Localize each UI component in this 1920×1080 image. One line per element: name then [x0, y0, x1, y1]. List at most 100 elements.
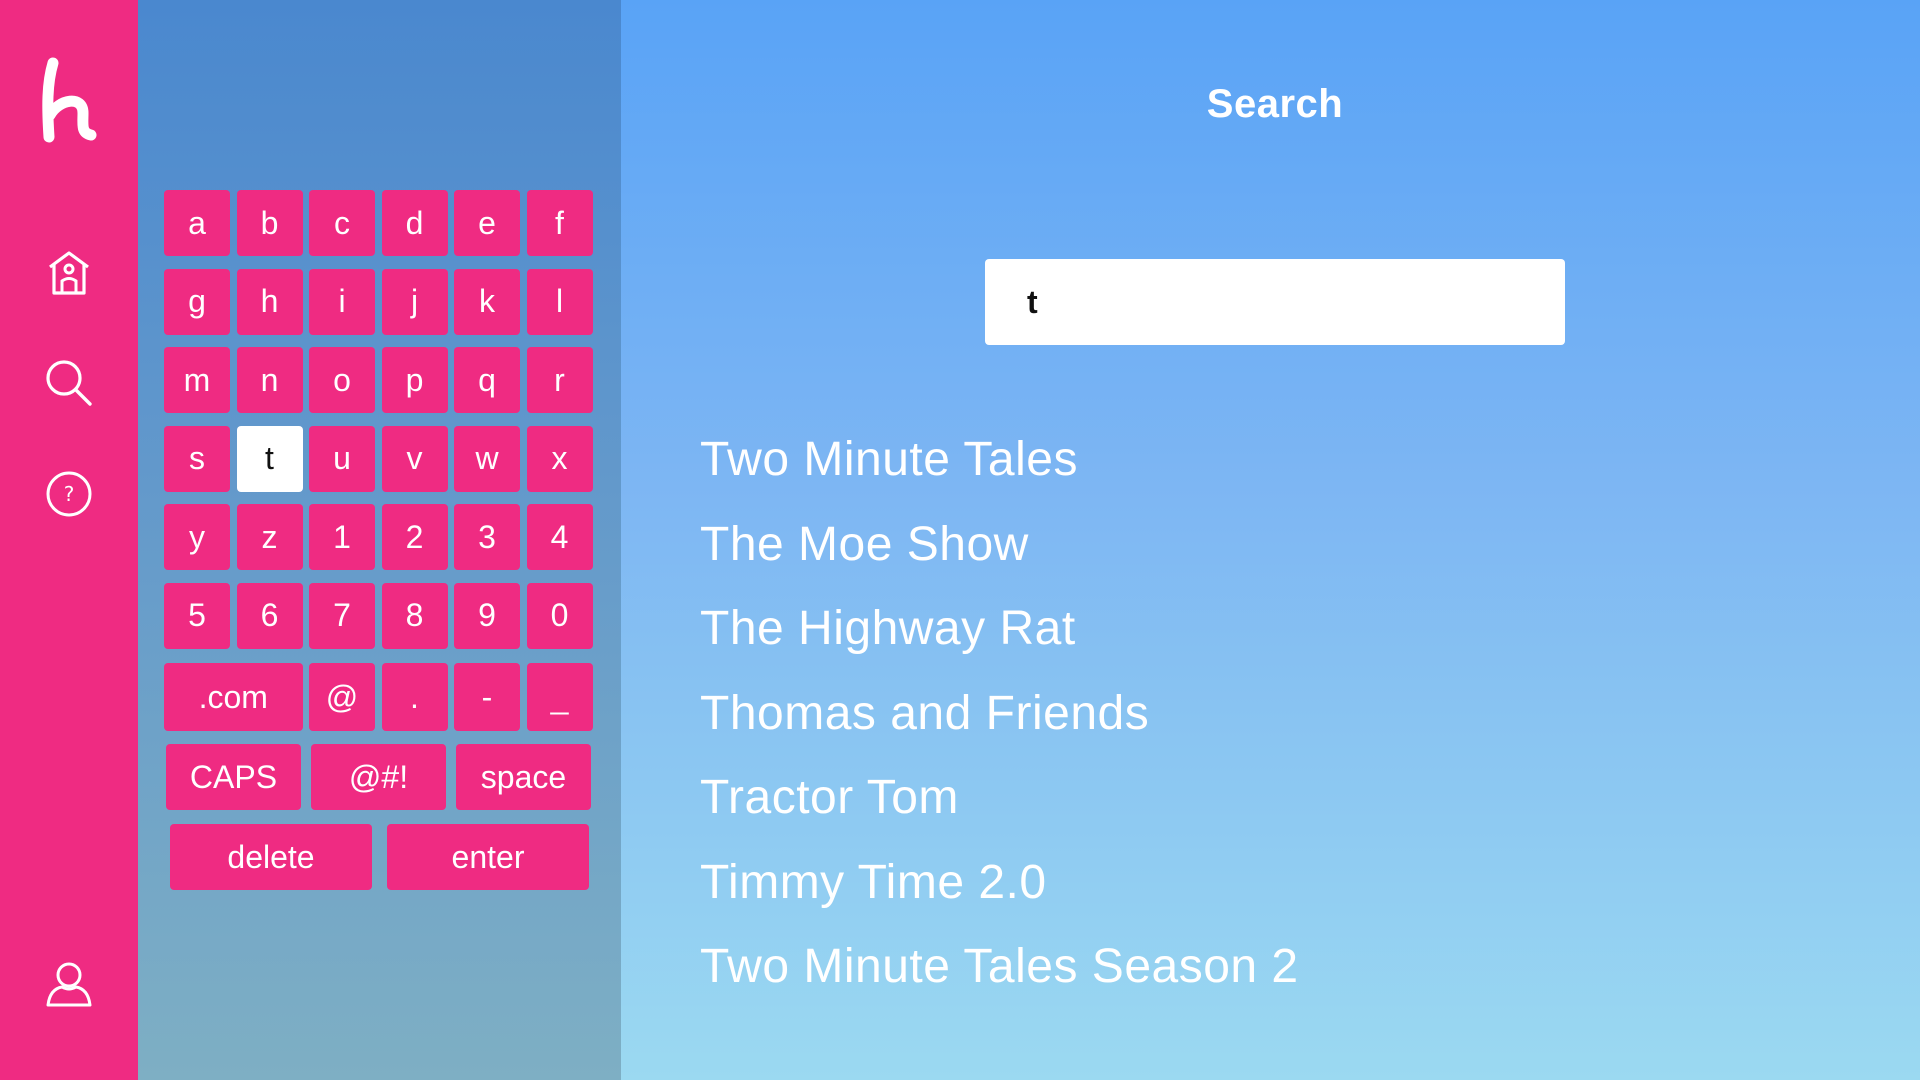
key-h[interactable]: h: [236, 268, 303, 335]
key-label: y: [189, 518, 205, 555]
key-y[interactable]: y: [164, 504, 230, 570]
key-t[interactable]: t: [236, 425, 303, 492]
app-root: ? a b c d e f g h i j k l m n o p q r s t u v w x y z 1 2 3 4 5 6 7 8 9 0 .c…: [0, 0, 1920, 1080]
key-label: d: [405, 204, 424, 241]
sidebar-item-help[interactable]: ?: [0, 454, 138, 534]
key-4[interactable]: 4: [526, 504, 593, 570]
key-0[interactable]: 0: [526, 582, 593, 649]
key-2[interactable]: 2: [381, 504, 448, 570]
key-i[interactable]: i: [309, 268, 375, 335]
key-8[interactable]: 8: [381, 582, 448, 649]
sidebar-item-search[interactable]: [0, 343, 138, 423]
key-1[interactable]: 1: [309, 504, 375, 570]
key-a[interactable]: a: [164, 190, 230, 256]
key-label: b: [260, 204, 279, 241]
brand-logo[interactable]: [0, 50, 138, 150]
search-results: Two Minute Tales The Moe Show The Highway …: [700, 418, 1800, 1010]
key-9[interactable]: 9: [454, 582, 520, 649]
key-o[interactable]: o: [309, 347, 375, 413]
search-input-value: t: [1027, 283, 1038, 320]
key-label: _: [550, 678, 569, 715]
key-label: .: [410, 678, 419, 715]
result-item[interactable]: Timmy Time 2.0: [700, 841, 1800, 926]
key-l[interactable]: l: [526, 268, 593, 335]
key-u[interactable]: u: [309, 425, 375, 492]
key-f[interactable]: f: [526, 190, 593, 256]
key-label: 1: [333, 518, 351, 555]
key-z[interactable]: z: [236, 504, 303, 570]
key-label: m: [183, 361, 211, 398]
key-7[interactable]: 7: [309, 582, 375, 649]
result-item[interactable]: Thomas and Friends: [700, 672, 1800, 757]
key-dot[interactable]: .: [381, 663, 448, 731]
result-item[interactable]: Tractor Tom: [700, 756, 1800, 841]
key-label: space: [480, 758, 567, 795]
key-b[interactable]: b: [236, 190, 303, 256]
key-dash[interactable]: -: [454, 663, 520, 731]
key-p[interactable]: p: [381, 347, 448, 413]
key-label: 3: [478, 518, 496, 555]
keyboard-panel: a b c d e f g h i j k l m n o p q r s t u v w x y z 1 2 3 4 5 6 7 8 9 0 .com…: [138, 0, 621, 1080]
key-q[interactable]: q: [454, 347, 520, 413]
key-label: r: [554, 361, 565, 398]
key-space[interactable]: space: [456, 744, 591, 810]
key-label: 7: [333, 597, 351, 633]
key-s[interactable]: s: [164, 425, 230, 492]
key-label: delete: [227, 838, 315, 875]
home-icon: [49, 251, 89, 295]
key-label: f: [555, 204, 564, 241]
key-label: x: [551, 440, 568, 476]
key-label: @: [325, 678, 359, 715]
key-label: 4: [550, 518, 569, 555]
key-k[interactable]: k: [454, 268, 520, 335]
logo-icon: [42, 57, 97, 143]
key-enter[interactable]: enter: [387, 824, 589, 890]
key-label: 9: [478, 597, 496, 633]
result-item[interactable]: Two Minute Tales Season 2: [700, 925, 1800, 1010]
page-title: Search: [1206, 82, 1344, 126]
key-label: c: [334, 204, 350, 241]
key-label: k: [479, 283, 495, 319]
key-g[interactable]: g: [164, 268, 230, 335]
key-at[interactable]: @: [309, 663, 375, 731]
search-input[interactable]: t: [985, 259, 1565, 345]
key-3[interactable]: 3: [454, 504, 520, 570]
sidebar-item-home[interactable]: [0, 233, 138, 313]
key-label: l: [555, 283, 564, 319]
key-d[interactable]: d: [381, 190, 448, 256]
key-label: w: [475, 440, 499, 476]
sidebar-item-profile[interactable]: [0, 944, 138, 1024]
result-item[interactable]: The Moe Show: [700, 503, 1800, 588]
key-6[interactable]: 6: [236, 582, 303, 649]
key-label: e: [478, 204, 496, 241]
key-v[interactable]: v: [381, 425, 448, 492]
key-label: 8: [405, 597, 424, 633]
key-dotcom[interactable]: .com: [164, 663, 303, 731]
key-5[interactable]: 5: [164, 582, 230, 649]
key-w[interactable]: w: [454, 425, 520, 492]
key-label: @#!: [348, 758, 409, 795]
key-label: g: [188, 283, 206, 319]
key-c[interactable]: c: [309, 190, 375, 256]
key-label: n: [260, 361, 279, 398]
result-item[interactable]: Two Minute Tales: [700, 418, 1800, 503]
key-e[interactable]: e: [454, 190, 520, 256]
key-symbols[interactable]: @#!: [311, 744, 446, 810]
key-x[interactable]: x: [526, 425, 593, 492]
key-label: h: [260, 283, 279, 319]
key-label: -: [481, 678, 493, 715]
key-caps[interactable]: CAPS: [166, 744, 301, 810]
key-label: 5: [188, 597, 206, 633]
key-label: j: [410, 283, 419, 319]
key-m[interactable]: m: [164, 347, 230, 413]
key-delete[interactable]: delete: [170, 824, 372, 890]
key-label: 2: [405, 518, 424, 555]
key-n[interactable]: n: [236, 347, 303, 413]
key-label: 6: [260, 597, 279, 633]
key-r[interactable]: r: [526, 347, 593, 413]
key-j[interactable]: j: [381, 268, 448, 335]
key-underscore[interactable]: _: [526, 663, 593, 731]
key-label: u: [333, 440, 351, 476]
result-item[interactable]: The Highway Rat: [700, 587, 1800, 672]
key-label: enter: [451, 838, 525, 875]
